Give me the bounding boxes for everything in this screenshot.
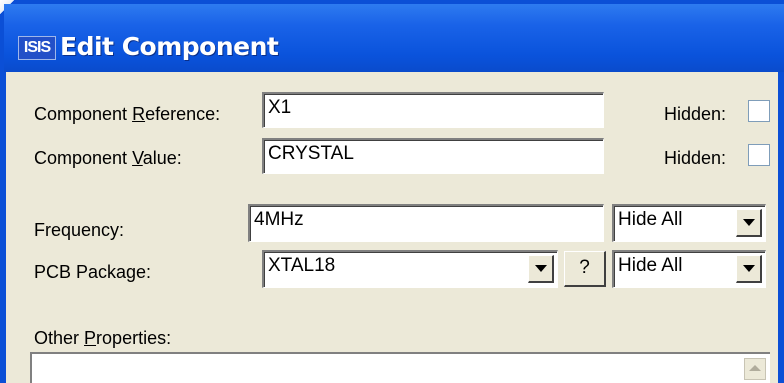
select-value: Hide All [618, 255, 683, 276]
window-title: Edit Component [60, 32, 279, 61]
label-text: Component [34, 148, 133, 168]
window-frame: ISIS Edit Component Component Reference:… [0, 0, 784, 383]
chevron-down-icon [535, 265, 547, 272]
pcb-package-label: PCB Package: [34, 262, 152, 282]
pcb-package-dropdown-button[interactable] [528, 255, 554, 283]
frequency-input[interactable]: 4MHz [248, 204, 604, 242]
chevron-down-icon [743, 265, 755, 272]
component-reference-label: Component Reference: [34, 104, 220, 125]
label-text: Other [34, 328, 85, 348]
reference-hidden-label: Hidden: [664, 104, 727, 124]
component-value-label: Component Value: [34, 148, 182, 169]
chevron-up-icon [749, 365, 761, 371]
label-text: Component [34, 104, 133, 124]
pcb-package-visibility-dropdown-button[interactable] [736, 255, 762, 283]
value-hidden-checkbox[interactable] [748, 144, 770, 166]
label-text: alue: [142, 148, 182, 168]
pcb-package-select[interactable]: XTAL18 [262, 250, 558, 288]
pcb-package-help-button[interactable]: ? [564, 251, 606, 287]
scroll-up-button[interactable] [744, 358, 766, 380]
value-hidden-label: Hidden: [664, 148, 727, 168]
component-reference-input[interactable]: X1 [262, 92, 604, 128]
frequency-visibility-dropdown-button[interactable] [736, 209, 762, 237]
title-bar[interactable]: ISIS Edit Component [4, 4, 784, 72]
select-value: Hide All [618, 209, 683, 230]
label-accelerator: R [132, 104, 146, 124]
label-accelerator: V [132, 148, 143, 168]
chevron-down-icon [743, 219, 755, 226]
frequency-label: Frequency: [34, 220, 125, 240]
label-text: eference: [145, 104, 221, 124]
isis-app-icon: ISIS [18, 36, 56, 60]
label-accelerator: P [84, 328, 97, 348]
label-text: roperties: [96, 328, 172, 348]
select-value: XTAL18 [268, 255, 336, 276]
other-properties-label: Other Properties: [34, 328, 171, 349]
reference-hidden-checkbox[interactable] [748, 100, 770, 122]
component-value-input[interactable]: CRYSTAL [262, 138, 604, 174]
other-properties-textarea[interactable] [30, 352, 770, 383]
